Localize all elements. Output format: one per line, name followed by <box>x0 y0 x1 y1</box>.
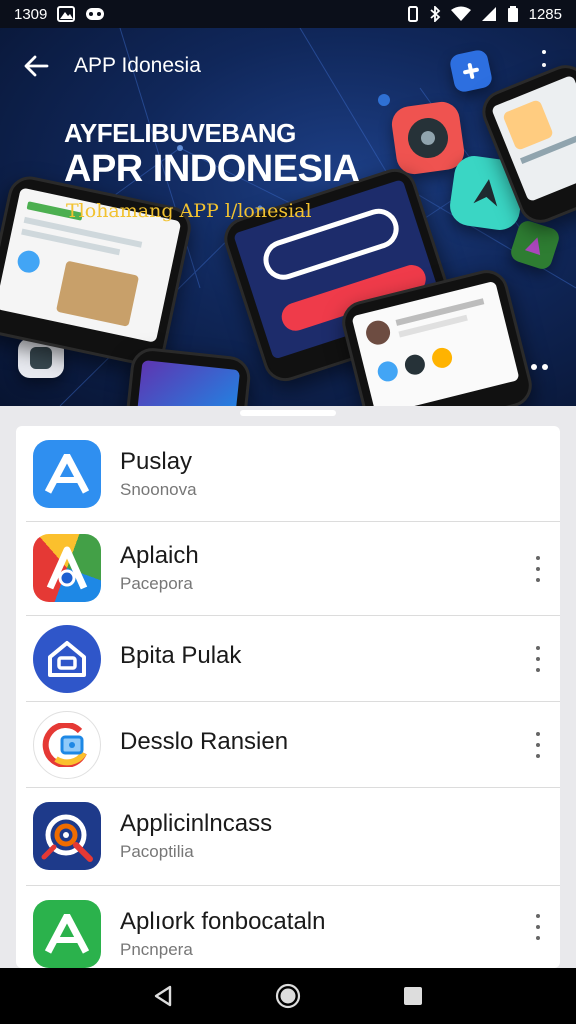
triangle-back-icon <box>154 985 171 1007</box>
floating-app-badge-red <box>389 99 467 177</box>
nav-home-button[interactable] <box>266 974 310 1018</box>
app-icon-puslay <box>33 440 101 508</box>
top-app-bar: APP Idonesia <box>0 28 576 104</box>
sheet-drag-handle[interactable] <box>240 410 336 416</box>
app-name: Aplıork fonbocataln <box>120 908 326 935</box>
app-subtitle: Pacoptilia <box>120 842 194 861</box>
app-name: Puslay <box>120 448 193 475</box>
letter-a-icon <box>44 914 90 954</box>
more-vert-icon[interactable] <box>530 556 546 582</box>
banner-line-1: AYFELIBUVEBANG <box>64 118 296 148</box>
app-icon-applicinlncass <box>33 802 101 870</box>
letter-a-icon <box>46 546 88 590</box>
app-icon-bpita-pulak <box>33 625 101 693</box>
list-item[interactable]: Desslo Ransien <box>16 702 560 788</box>
list-item[interactable]: Puslay Snoonova <box>16 426 560 522</box>
page-title: APP Idonesia <box>74 54 201 77</box>
app-icon-aplaich <box>33 534 101 602</box>
hero-banner: APP Idonesia AYFELIBUVEBANG APR INDONESI… <box>0 28 576 406</box>
banner-line-3: Tlohamang APP l/lonesial <box>66 200 312 222</box>
gallery-icon <box>57 6 76 22</box>
list-item[interactable]: Bpita Pulak <box>16 616 560 702</box>
app-icon-aplıork-fonbocataln <box>33 900 101 968</box>
battery-icon <box>507 6 519 22</box>
signal-icon <box>481 6 497 22</box>
gallery-app-icon <box>42 723 87 767</box>
list-item[interactable]: Applicinlncass Pacoptilia <box>16 788 560 886</box>
more-vert-icon[interactable] <box>530 732 546 758</box>
spiral-target-icon <box>41 814 93 862</box>
nav-back-button[interactable] <box>141 974 185 1018</box>
app-list: Puslay Snoonova Aplaich Pacepora Bpita P… <box>16 426 560 968</box>
letter-a-icon <box>44 454 90 494</box>
arrow-left-icon <box>24 55 49 77</box>
gamepad-icon <box>85 6 105 22</box>
nav-recents-button[interactable] <box>391 974 435 1018</box>
list-item[interactable]: Aplaich Pacepora <box>16 522 560 616</box>
status-left: 1309 <box>14 6 105 23</box>
circle-home-icon <box>275 983 301 1009</box>
banner-line-2: APR INDONESIA <box>64 148 360 190</box>
more-vert-icon[interactable] <box>530 646 546 672</box>
app-subtitle: Snoonova <box>120 480 197 499</box>
more-vert-icon[interactable] <box>530 914 546 940</box>
banner-page-indicator <box>531 364 548 370</box>
app-name: Bpita Pulak <box>120 642 242 669</box>
system-navigation-bar <box>0 968 576 1024</box>
wifi-icon <box>450 6 471 22</box>
status-bar: 1309 1285 <box>0 0 576 28</box>
back-button[interactable] <box>16 46 56 86</box>
app-name: Applicinlncass <box>120 810 273 837</box>
vibrate-icon <box>407 6 419 22</box>
status-time: 1309 <box>14 5 48 23</box>
app-subtitle: Pacepora <box>120 574 193 593</box>
list-item[interactable]: Aplıork fonbocataln Pncnpera <box>16 886 560 968</box>
app-icon-desslo-ransien <box>33 711 101 779</box>
status-right: 1285 <box>407 6 562 23</box>
app-subtitle: Pncnpera <box>120 940 193 959</box>
app-name: Aplaich <box>120 542 199 569</box>
bluetooth-icon <box>429 6 441 22</box>
app-name: Desslo Ransien <box>120 728 289 755</box>
square-recents-icon <box>404 987 423 1005</box>
house-icon <box>48 641 86 677</box>
status-right-time: 1285 <box>528 5 562 23</box>
